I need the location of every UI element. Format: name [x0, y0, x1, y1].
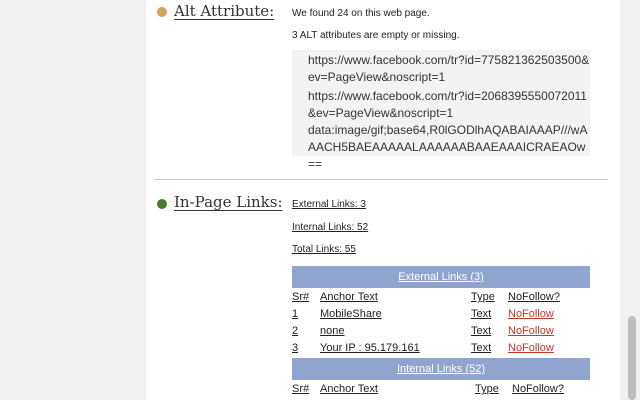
- col-nofollow: NoFollow?: [508, 291, 560, 303]
- col-anchor-text: Anchor Text: [320, 291, 378, 303]
- internal-links-count[interactable]: Internal Links: 52: [292, 222, 368, 233]
- alt-url-3: data:image/gif;base64,R0lGODlhAQABAIAAAP…: [292, 120, 590, 171]
- internal-col-nofollow: NoFollow?: [512, 383, 564, 395]
- alt-found-text: We found 24 on this web page.: [292, 8, 430, 19]
- alt-url-1: https://www.facebook.com/tr?id=775821362…: [292, 50, 590, 86]
- alt-empty-text: 3 ALT attributes are empty or missing.: [292, 30, 460, 41]
- section-divider: [154, 179, 608, 180]
- row-1-type: Text: [471, 308, 492, 320]
- scrollbar-thumb[interactable]: [628, 316, 636, 400]
- row-1-anchor[interactable]: MobileShare: [320, 308, 382, 320]
- alt-attribute-title: Alt Attribute:: [174, 2, 275, 20]
- internal-col-sr: Sr#: [292, 383, 310, 395]
- total-links-count[interactable]: Total Links: 55: [292, 244, 356, 255]
- section-dot-links: [157, 199, 167, 209]
- row-3-type: Text: [471, 342, 492, 354]
- internal-col-type: Type: [475, 383, 499, 395]
- external-links-count[interactable]: External Links: 3: [292, 199, 366, 210]
- row-3-sr: 3: [292, 342, 299, 354]
- row-2-sr: 2: [292, 325, 299, 337]
- row-2-anchor[interactable]: none: [320, 325, 344, 337]
- alt-url-2: https://www.facebook.com/tr?id=206839555…: [292, 86, 590, 120]
- row-2-nofollow[interactable]: NoFollow: [508, 325, 554, 337]
- section-dot-alt: [157, 7, 167, 17]
- in-page-links-title: In-Page Links:: [174, 193, 283, 211]
- row-3-nofollow[interactable]: NoFollow: [508, 342, 554, 354]
- row-3-anchor[interactable]: Your IP : 95.179.161: [320, 342, 420, 354]
- internal-col-anchor-text: Anchor Text: [320, 383, 378, 395]
- col-type: Type: [471, 291, 495, 303]
- external-links-header[interactable]: External Links (3): [292, 266, 590, 288]
- row-2-type: Text: [471, 325, 492, 337]
- internal-links-header[interactable]: Internal Links (52): [292, 358, 590, 380]
- row-1-nofollow[interactable]: NoFollow: [508, 308, 554, 320]
- col-sr: Sr#: [292, 291, 310, 303]
- row-1-sr: 1: [292, 308, 299, 320]
